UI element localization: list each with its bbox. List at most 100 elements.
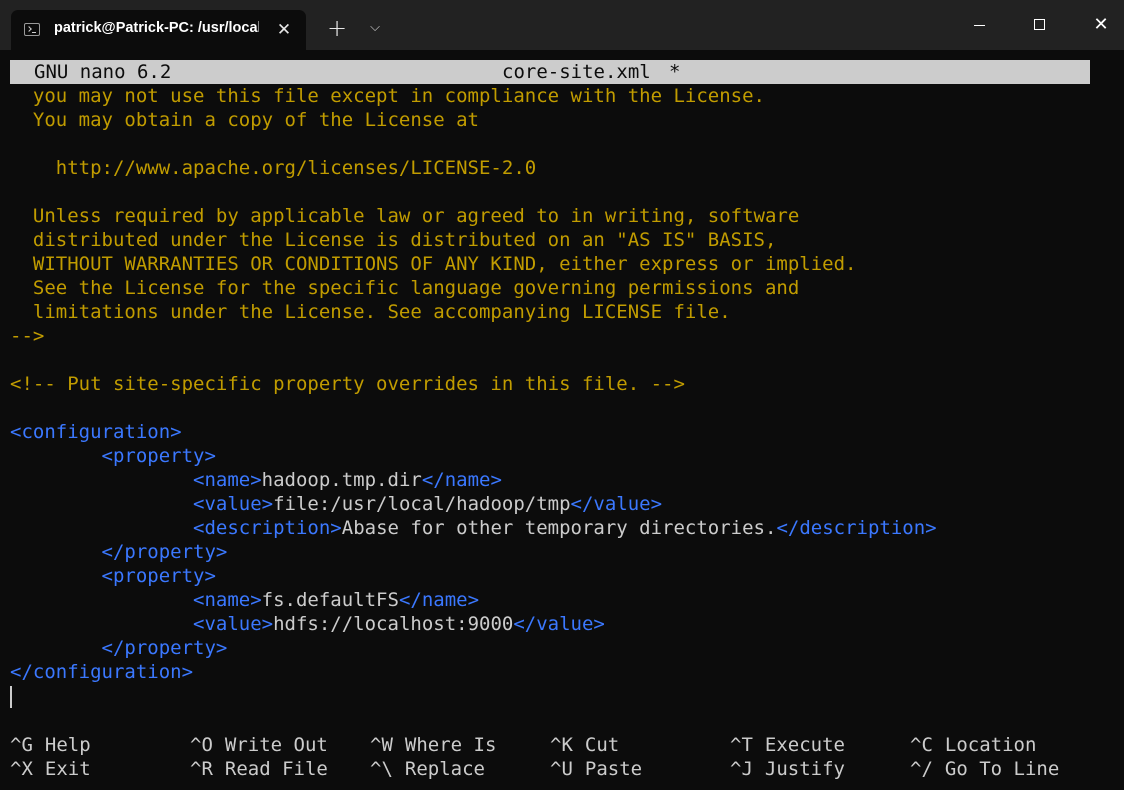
file-name: core-site.xml bbox=[502, 61, 651, 83]
editor-line: </property> bbox=[10, 540, 1110, 564]
xml-tag: <configuration> bbox=[10, 421, 182, 443]
minimize-button[interactable] bbox=[948, 0, 1010, 50]
shortcut-label: Location bbox=[944, 734, 1037, 756]
shortcut-write-out[interactable]: ^O Write Out bbox=[190, 733, 370, 757]
xml-text bbox=[10, 541, 102, 563]
xml-tag: <value> bbox=[193, 493, 274, 515]
shortcut-justify[interactable]: ^J Justify bbox=[730, 757, 910, 781]
shortcut-execute[interactable]: ^T Execute bbox=[730, 733, 910, 757]
title-bar: patrick@Patrick-PC: /usr/local/hadoop/et… bbox=[0, 0, 1124, 50]
close-window-button[interactable]: ✕ bbox=[1070, 0, 1124, 50]
editor-line: <property> bbox=[10, 444, 1110, 468]
shortcut-key: ^J bbox=[730, 758, 753, 780]
editor-line: http://www.apache.org/licenses/LICENSE-2… bbox=[10, 156, 1110, 180]
editor-line: <!-- Put site-specific property override… bbox=[10, 372, 1110, 396]
editor-buffer[interactable]: you may not use this file except in comp… bbox=[10, 84, 1110, 684]
nano-version: GNU nano 6.2 bbox=[34, 61, 172, 83]
editor-line: you may not use this file except in comp… bbox=[10, 84, 1110, 108]
xml-text bbox=[10, 613, 193, 635]
xml-text: hdfs://localhost:9000 bbox=[273, 613, 514, 635]
shortcut-label: Write Out bbox=[224, 734, 328, 756]
xml-tag: <name> bbox=[193, 469, 262, 491]
shortcut-key: ^R bbox=[190, 758, 213, 780]
editor-line: <property> bbox=[10, 564, 1110, 588]
editor-line: Unless required by applicable law or agr… bbox=[10, 204, 1110, 228]
xml-comment: <!-- Put site-specific property override… bbox=[10, 373, 685, 395]
shortcut-key: ^\ bbox=[370, 758, 393, 780]
shortcut-key: ^X bbox=[10, 758, 33, 780]
xml-text bbox=[10, 517, 193, 539]
xml-comment: Unless required by applicable law or agr… bbox=[10, 205, 800, 227]
tab-title: patrick@Patrick-PC: /usr/local/hadoop/et… bbox=[54, 20, 259, 36]
shortcut-location[interactable]: ^C Location bbox=[910, 733, 1090, 757]
xml-tag: <name> bbox=[193, 589, 262, 611]
shortcut-replace[interactable]: ^\ Replace bbox=[370, 757, 550, 781]
xml-comment: limitations under the License. See accom… bbox=[10, 301, 731, 323]
xml-comment: You may obtain a copy of the License at bbox=[10, 109, 479, 131]
xml-tag: </value> bbox=[513, 613, 605, 635]
shortcut-key: ^C bbox=[910, 734, 933, 756]
shortcut-label: Execute bbox=[764, 734, 845, 756]
shortcut-go-to-line[interactable]: ^/ Go To Line bbox=[910, 757, 1090, 781]
xml-tag: </property> bbox=[101, 541, 228, 563]
xml-comment: --> bbox=[10, 325, 45, 347]
shortcut-where-is[interactable]: ^W Where Is bbox=[370, 733, 550, 757]
shortcut-key: ^G bbox=[10, 734, 33, 756]
shortcut-key: ^/ bbox=[910, 758, 933, 780]
xml-comment: distributed under the License is distrib… bbox=[10, 229, 777, 251]
shortcut-help[interactable]: ^G Help bbox=[10, 733, 190, 757]
shortcut-key: ^K bbox=[550, 734, 573, 756]
editor-line: <description>Abase for other temporary d… bbox=[10, 516, 1110, 540]
xml-tag: <property> bbox=[101, 445, 216, 467]
shortcut-label: Cut bbox=[584, 734, 620, 756]
editor-line: <value>file:/usr/local/hadoop/tmp</value… bbox=[10, 492, 1110, 516]
xml-tag: <description> bbox=[193, 517, 342, 539]
editor-line: </configuration> bbox=[10, 660, 1110, 684]
tab-close-icon[interactable]: ✕ bbox=[273, 19, 295, 41]
chevron-down-icon[interactable]: ⌵ bbox=[364, 17, 386, 39]
shortcut-cut[interactable]: ^K Cut bbox=[550, 733, 730, 757]
shortcut-exit[interactable]: ^X Exit bbox=[10, 757, 190, 781]
modified-indicator: * bbox=[669, 61, 681, 83]
xml-text: fs.defaultFS bbox=[261, 589, 399, 611]
editor-line: <name>hadoop.tmp.dir</name> bbox=[10, 468, 1110, 492]
xml-tag: </property> bbox=[101, 637, 228, 659]
shortcut-label: Justify bbox=[764, 758, 845, 780]
shortcut-key: ^W bbox=[370, 734, 393, 756]
xml-tag: </value> bbox=[570, 493, 663, 515]
terminal-tab[interactable]: patrick@Patrick-PC: /usr/local/hadoop/et… bbox=[11, 10, 306, 50]
editor-line: See the License for the specific languag… bbox=[10, 276, 1110, 300]
xml-text: Abase for other temporary directories. bbox=[341, 517, 777, 539]
new-tab-button[interactable]: + bbox=[324, 15, 350, 41]
editor-line: <value>hdfs://localhost:9000</value> bbox=[10, 612, 1110, 636]
shortcut-label: Replace bbox=[404, 758, 485, 780]
nano-header-bar: GNU nano 6.2 core-site.xml * bbox=[10, 60, 1090, 84]
editor-line: You may obtain a copy of the License at bbox=[10, 108, 1110, 132]
shortcut-key: ^T bbox=[730, 734, 753, 756]
text-cursor bbox=[10, 686, 12, 708]
shortcut-label: Where Is bbox=[404, 734, 497, 756]
xml-text bbox=[10, 493, 193, 515]
shortcut-label: Exit bbox=[44, 758, 91, 780]
xml-tag: </name> bbox=[421, 469, 502, 491]
shortcut-paste[interactable]: ^U Paste bbox=[550, 757, 730, 781]
editor-line: limitations under the License. See accom… bbox=[10, 300, 1110, 324]
maximize-button[interactable] bbox=[1009, 0, 1071, 50]
terminal-icon bbox=[24, 23, 40, 36]
xml-text: file:/usr/local/hadoop/tmp bbox=[273, 493, 571, 515]
xml-text bbox=[10, 469, 193, 491]
editor-line: distributed under the License is distrib… bbox=[10, 228, 1110, 252]
shortcut-label: Read File bbox=[224, 758, 328, 780]
shortcut-key: ^O bbox=[190, 734, 213, 756]
shortcut-key: ^U bbox=[550, 758, 573, 780]
xml-comment: See the License for the specific languag… bbox=[10, 277, 800, 299]
editor-line: <configuration> bbox=[10, 420, 1110, 444]
shortcut-read-file[interactable]: ^R Read File bbox=[190, 757, 370, 781]
xml-comment: WITHOUT WARRANTIES OR CONDITIONS OF ANY … bbox=[10, 253, 857, 275]
editor-line: </property> bbox=[10, 636, 1110, 660]
xml-text bbox=[10, 565, 102, 587]
xml-text: hadoop.tmp.dir bbox=[261, 469, 422, 491]
terminal-area[interactable]: GNU nano 6.2 core-site.xml * you may not… bbox=[0, 50, 1124, 790]
